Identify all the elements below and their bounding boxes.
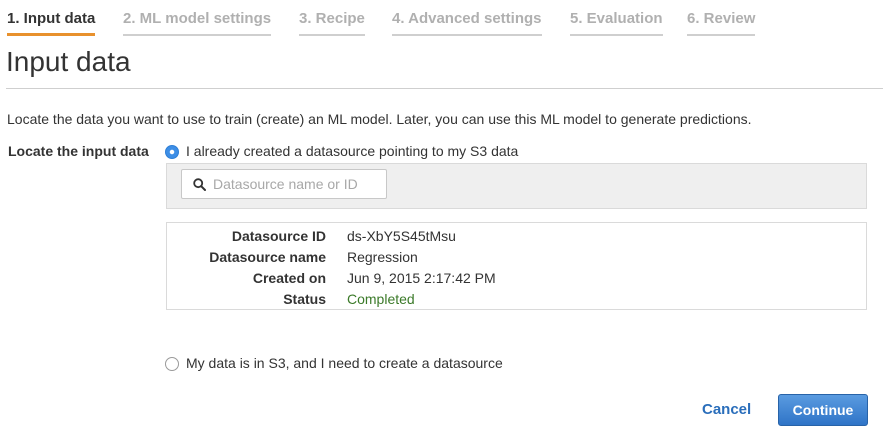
status-key: Status bbox=[283, 291, 326, 307]
detail-row: Datasource name Regression bbox=[167, 249, 866, 270]
step-evaluation[interactable]: 5. Evaluation bbox=[570, 10, 663, 36]
created-on-key: Created on bbox=[252, 270, 326, 286]
create-datasource-radio[interactable] bbox=[165, 357, 179, 371]
existing-datasource-radio[interactable] bbox=[165, 145, 179, 159]
datasource-details: Datasource ID ds-XbY5S45tMsu Datasource … bbox=[166, 222, 867, 310]
step-input-data[interactable]: 1. Input data bbox=[7, 10, 96, 36]
locate-input-data-label: Locate the input data bbox=[8, 143, 149, 159]
step-recipe[interactable]: 3. Recipe bbox=[299, 10, 365, 36]
datasource-name-value: Regression bbox=[347, 249, 418, 265]
search-icon bbox=[193, 177, 206, 191]
step-advanced-settings[interactable]: 4. Advanced settings bbox=[392, 10, 542, 36]
step-review[interactable]: 6. Review bbox=[687, 10, 756, 36]
datasource-search-input[interactable] bbox=[213, 176, 373, 192]
existing-datasource-label[interactable]: I already created a datasource pointing … bbox=[186, 143, 518, 159]
intro-text: Locate the data you want to use to train… bbox=[7, 111, 752, 127]
step-ml-model-settings[interactable]: 2. ML model settings bbox=[123, 10, 272, 36]
datasource-id-key: Datasource ID bbox=[231, 228, 326, 244]
created-on-value: Jun 9, 2015 2:17:42 PM bbox=[347, 270, 496, 286]
cancel-button[interactable]: Cancel bbox=[702, 401, 751, 418]
datasource-search-box[interactable] bbox=[181, 169, 387, 199]
detail-row: Status Completed bbox=[167, 291, 866, 312]
create-datasource-label[interactable]: My data is in S3, and I need to create a… bbox=[186, 355, 503, 371]
page-title: Input data bbox=[6, 46, 131, 77]
datasource-name-key: Datasource name bbox=[209, 249, 326, 265]
detail-row: Datasource ID ds-XbY5S45tMsu bbox=[167, 228, 866, 249]
datasource-search-panel bbox=[166, 163, 867, 209]
title-divider bbox=[6, 88, 883, 89]
datasource-id-value: ds-XbY5S45tMsu bbox=[347, 228, 456, 244]
detail-row: Created on Jun 9, 2015 2:17:42 PM bbox=[167, 270, 866, 291]
continue-button[interactable]: Continue bbox=[778, 394, 868, 426]
status-value: Completed bbox=[347, 291, 415, 307]
